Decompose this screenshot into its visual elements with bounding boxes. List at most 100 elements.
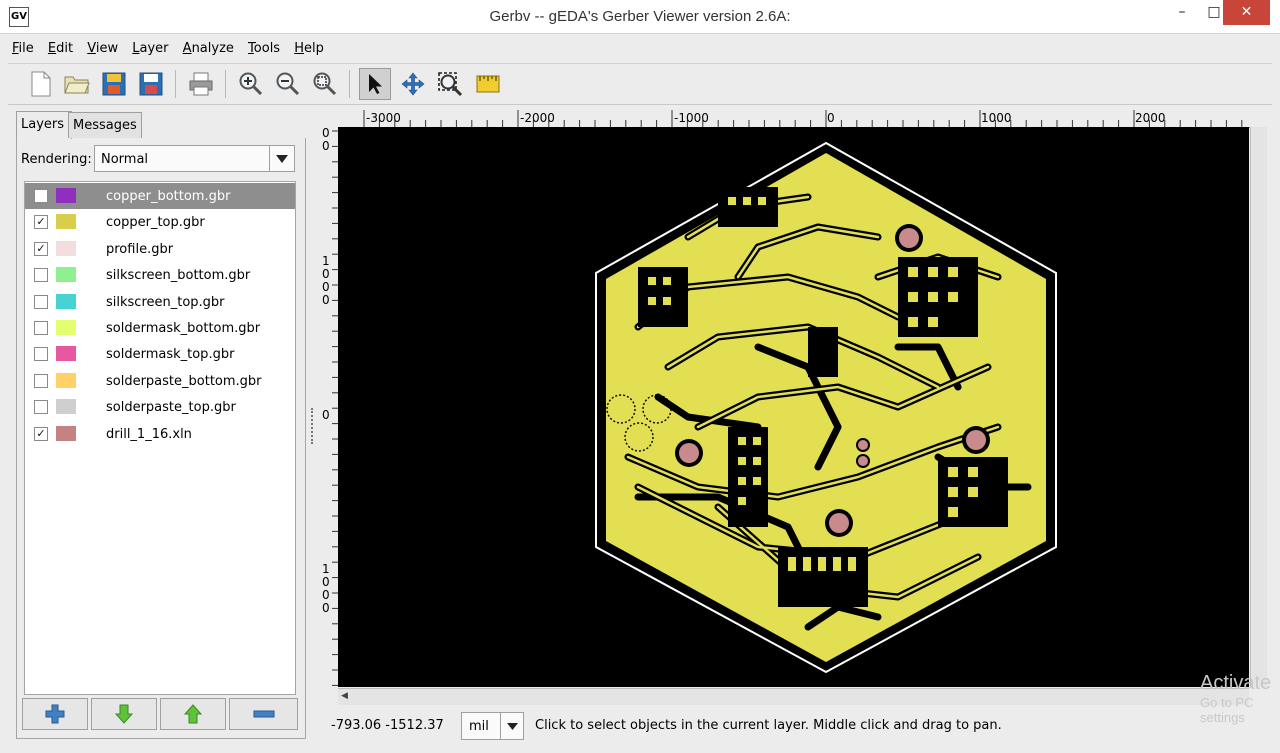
minimize-button[interactable]: – (1166, 0, 1198, 25)
zoom-out-icon[interactable] (272, 68, 304, 100)
dropdown-arrow-icon (500, 713, 523, 739)
ruler-label: 1 0 0 0 (322, 562, 330, 615)
toolbar (8, 63, 1272, 105)
unit-value: mil (469, 719, 489, 734)
layer-list: copper_bottom.gbr ✓ copper_top.gbr ✓ profile… (24, 181, 296, 695)
menu-view[interactable]: View (83, 36, 122, 56)
layer-visibility-checkbox[interactable] (34, 321, 48, 335)
layer-color-swatch[interactable] (56, 320, 76, 335)
zoom-area-tool-icon[interactable] (434, 68, 466, 100)
layer-color-swatch[interactable] (56, 188, 76, 203)
watermark-line2: Go to PC settings (1200, 695, 1254, 725)
vertical-scrollbar[interactable] (1250, 127, 1267, 687)
ruler-label: -1000 (674, 111, 709, 125)
layer-name: drill_1_16.xln (106, 426, 192, 442)
scroll-left-arrow-icon[interactable]: ◀ (341, 691, 348, 701)
ruler-label: -3000 (366, 111, 401, 125)
layer-color-swatch[interactable] (56, 267, 76, 283)
layer-name: silkscreen_top.gbr (106, 294, 225, 310)
print-icon[interactable] (185, 68, 217, 100)
layer-row[interactable]: silkscreen_top.gbr (25, 289, 295, 315)
zoom-fit-icon[interactable] (309, 68, 341, 100)
move-layer-down-button[interactable] (91, 698, 157, 730)
layer-color-swatch[interactable] (56, 346, 76, 362)
layer-name: copper_bottom.gbr (106, 189, 231, 204)
ruler-label: 2000 (1135, 111, 1166, 125)
layer-color-swatch[interactable] (56, 293, 76, 309)
menu-edit[interactable]: Edit (44, 36, 77, 56)
pan-tool-icon[interactable] (397, 68, 429, 100)
unit-select[interactable]: mil (461, 712, 524, 740)
tab-messages[interactable]: Messages (68, 112, 142, 138)
layer-name: solderpaste_bottom.gbr (106, 373, 262, 389)
layer-buttons (22, 698, 298, 730)
layers-panel: Rendering: Normal copper_bottom.gbr ✓ copp… (16, 138, 306, 739)
menu-help[interactable]: Help (290, 36, 328, 56)
canvas-area: -3000 -2000 -1000 0 1000 2000 0 0 1 0 0 … (320, 108, 1272, 708)
layer-color-swatch[interactable] (56, 214, 76, 230)
status-hint: Click to select objects in the current l… (535, 718, 1002, 733)
title-bar: GV Gerbv -- gEDA's Gerber Viewer version… (0, 0, 1280, 34)
measure-tool-icon[interactable] (472, 68, 504, 100)
watermark-line1: Activate (1200, 672, 1272, 694)
dropdown-arrow-icon (269, 146, 294, 171)
vertical-ruler: 0 0 1 0 0 0 0 1 0 0 0 (320, 127, 339, 687)
rendering-value: Normal (101, 152, 149, 167)
ruler-label: 0 0 (322, 126, 330, 153)
window-title: Gerbv -- gEDA's Gerber Viewer version 2.… (489, 8, 791, 25)
activation-watermark: Activate Go to PC settings (1200, 672, 1280, 725)
menu-layer[interactable]: Layer (128, 36, 172, 56)
layer-visibility-checkbox[interactable] (34, 373, 48, 388)
open-folder-icon[interactable] (61, 68, 93, 100)
layer-visibility-checkbox[interactable] (34, 400, 48, 415)
layer-color-swatch[interactable] (56, 240, 76, 256)
menu-bar: File Edit View Layer Analyze Tools Help (8, 36, 1272, 62)
layer-row[interactable]: ✓ drill_1_16.xln (25, 421, 295, 447)
layer-row[interactable]: copper_bottom.gbr (25, 183, 295, 209)
menu-file[interactable]: File (8, 36, 38, 56)
layer-row[interactable]: silkscreen_bottom.gbr (25, 262, 295, 288)
layer-row[interactable]: ✓ profile.gbr (25, 236, 295, 262)
pane-resize-handle[interactable] (311, 408, 316, 444)
layer-visibility-checkbox[interactable]: ✓ (34, 241, 48, 256)
layer-visibility-checkbox[interactable] (34, 294, 48, 309)
pcb-render (595, 141, 1057, 674)
layer-visibility-checkbox[interactable] (34, 189, 48, 203)
cursor-coordinates: -793.06 -1512.37 (331, 718, 444, 733)
status-bar: -793.06 -1512.37 mil Click to select obj… (320, 710, 1272, 742)
new-file-icon[interactable] (25, 68, 57, 100)
menu-tools[interactable]: Tools (244, 36, 284, 56)
horizontal-ruler: -3000 -2000 -1000 0 1000 2000 (338, 108, 1252, 128)
zoom-in-icon[interactable] (235, 68, 267, 100)
pointer-tool-icon[interactable] (359, 68, 391, 100)
layer-name: soldermask_top.gbr (106, 347, 235, 363)
revert-icon[interactable] (98, 68, 130, 100)
layer-visibility-checkbox[interactable]: ✓ (34, 426, 48, 441)
layer-row[interactable]: soldermask_bottom.gbr (25, 315, 295, 341)
close-button[interactable]: ✕ (1223, 0, 1270, 25)
layer-color-swatch[interactable] (56, 399, 76, 415)
ruler-label: 0 (322, 408, 330, 422)
layer-color-swatch[interactable] (56, 425, 76, 441)
remove-layer-button[interactable] (229, 698, 298, 730)
layer-name: copper_top.gbr (106, 215, 205, 231)
menu-analyze[interactable]: Analyze (179, 36, 238, 56)
layer-visibility-checkbox[interactable] (34, 268, 48, 283)
rendering-select[interactable]: Normal (94, 145, 295, 172)
add-layer-button[interactable] (22, 698, 88, 730)
tab-layers[interactable]: Layers (16, 111, 72, 139)
save-icon[interactable] (135, 68, 167, 100)
layer-row[interactable]: ✓ copper_top.gbr (25, 209, 295, 235)
layer-row[interactable]: solderpaste_bottom.gbr (25, 368, 295, 394)
rendering-label: Rendering: (21, 152, 92, 167)
gerber-canvas[interactable] (338, 127, 1249, 687)
ruler-label: 1 0 0 0 (322, 254, 330, 307)
horizontal-scrollbar[interactable]: ◀ (338, 688, 1249, 705)
layer-visibility-checkbox[interactable] (34, 347, 48, 362)
layer-visibility-checkbox[interactable]: ✓ (34, 215, 48, 230)
layer-row[interactable]: solderpaste_top.gbr (25, 394, 295, 420)
layer-row[interactable]: soldermask_top.gbr (25, 341, 295, 367)
ruler-label: -2000 (520, 111, 555, 125)
move-layer-up-button[interactable] (160, 698, 226, 730)
layer-color-swatch[interactable] (56, 372, 76, 388)
